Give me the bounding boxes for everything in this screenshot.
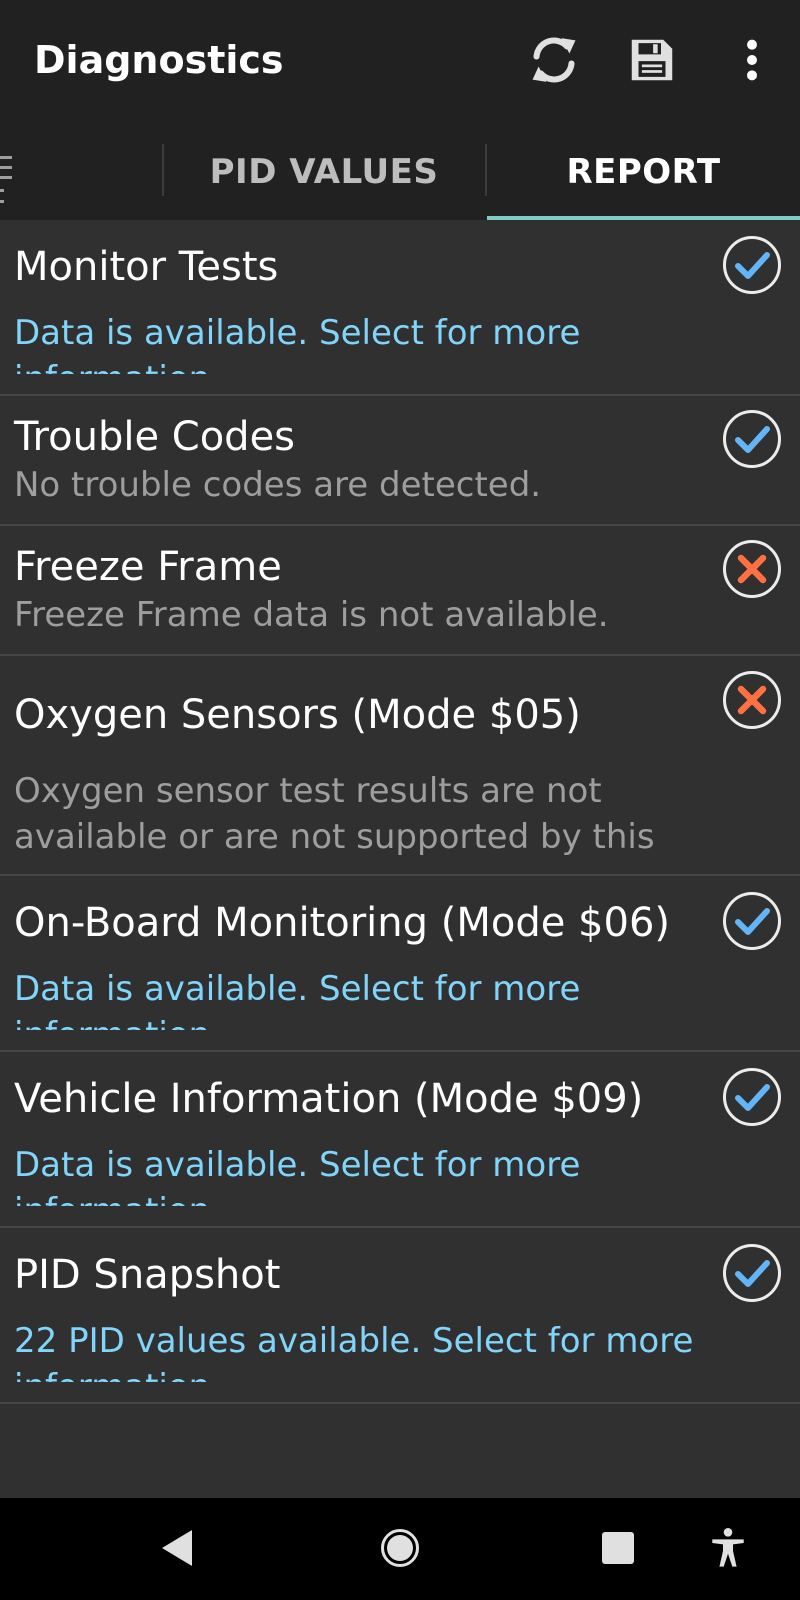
report-item-monitor-tests[interactable]: Monitor Tests Data is available. Select … bbox=[0, 220, 800, 396]
back-icon bbox=[162, 1530, 192, 1566]
report-item-title: Vehicle Information (Mode $09) bbox=[14, 1076, 644, 1122]
report-item-subtitle: Oxygen sensor test results are not avail… bbox=[14, 771, 655, 857]
page-title: Diagnostics bbox=[34, 38, 284, 82]
tab-bar: PID VALUES REPORT bbox=[0, 124, 800, 220]
report-item-title: Oxygen Sensors (Mode $05) bbox=[14, 692, 581, 738]
system-nav-bar bbox=[0, 1498, 800, 1600]
app-bar: Diagnostics bbox=[0, 0, 800, 124]
report-item-pid-snapshot[interactable]: PID Snapshot 22 PID values available. Se… bbox=[0, 1228, 800, 1404]
check-circle-icon bbox=[723, 1068, 781, 1126]
tab-partial-offscreen[interactable] bbox=[0, 134, 14, 214]
nav-back-button[interactable] bbox=[148, 1518, 208, 1578]
nav-recents-button[interactable] bbox=[588, 1518, 648, 1578]
report-item-oxygen-sensors[interactable]: Oxygen Sensors (Mode $05) Oxygen sensor … bbox=[0, 656, 800, 876]
check-circle-icon bbox=[723, 1244, 781, 1302]
check-circle-icon bbox=[723, 410, 781, 468]
report-item-title: Freeze Frame bbox=[14, 544, 282, 590]
report-item-freeze-frame[interactable]: Freeze Frame Freeze Frame data is not av… bbox=[0, 526, 800, 656]
error-circle-icon bbox=[723, 540, 781, 598]
report-item-subtitle: 22 PID values available. Select for more… bbox=[14, 1321, 694, 1382]
report-item-subtitle: Data is available. Select for more infor… bbox=[14, 969, 581, 1030]
report-list: Monitor Tests Data is available. Select … bbox=[0, 220, 800, 1404]
report-item-subtitle: Data is available. Select for more infor… bbox=[14, 313, 581, 374]
refresh-icon bbox=[532, 37, 576, 83]
report-item-title: Trouble Codes bbox=[14, 414, 296, 460]
report-item-subtitle: Freeze Frame data is not available. bbox=[14, 595, 609, 635]
tab-report[interactable]: REPORT bbox=[487, 124, 800, 220]
report-item-subtitle: Data is available. Select for more infor… bbox=[14, 1145, 581, 1206]
nav-home-button[interactable] bbox=[370, 1518, 430, 1578]
accessibility-icon bbox=[712, 1528, 744, 1567]
home-icon bbox=[381, 1529, 419, 1567]
save-icon bbox=[631, 39, 673, 81]
more-options-button[interactable] bbox=[720, 28, 784, 92]
report-item-title: On-Board Monitoring (Mode $06) bbox=[14, 900, 670, 946]
recents-icon bbox=[602, 1532, 634, 1564]
tab-pid-values[interactable]: PID VALUES bbox=[164, 124, 484, 220]
error-circle-icon bbox=[723, 671, 781, 729]
check-circle-icon bbox=[723, 236, 781, 294]
report-item-vehicle-information[interactable]: Vehicle Information (Mode $09) Data is a… bbox=[0, 1052, 800, 1228]
report-item-title: Monitor Tests bbox=[14, 244, 279, 290]
save-button[interactable] bbox=[620, 28, 684, 92]
more-vert-icon bbox=[747, 39, 757, 81]
report-item-on-board-monitoring[interactable]: On-Board Monitoring (Mode $06) Data is a… bbox=[0, 876, 800, 1052]
report-item-subtitle: No trouble codes are detected. bbox=[14, 465, 542, 505]
check-circle-icon bbox=[723, 892, 781, 950]
report-item-title: PID Snapshot bbox=[14, 1252, 281, 1298]
tab-partial-glyph-icon bbox=[0, 156, 12, 203]
refresh-button[interactable] bbox=[522, 28, 586, 92]
nav-accessibility-button[interactable] bbox=[698, 1518, 758, 1578]
report-item-trouble-codes[interactable]: Trouble Codes No trouble codes are detec… bbox=[0, 396, 800, 526]
